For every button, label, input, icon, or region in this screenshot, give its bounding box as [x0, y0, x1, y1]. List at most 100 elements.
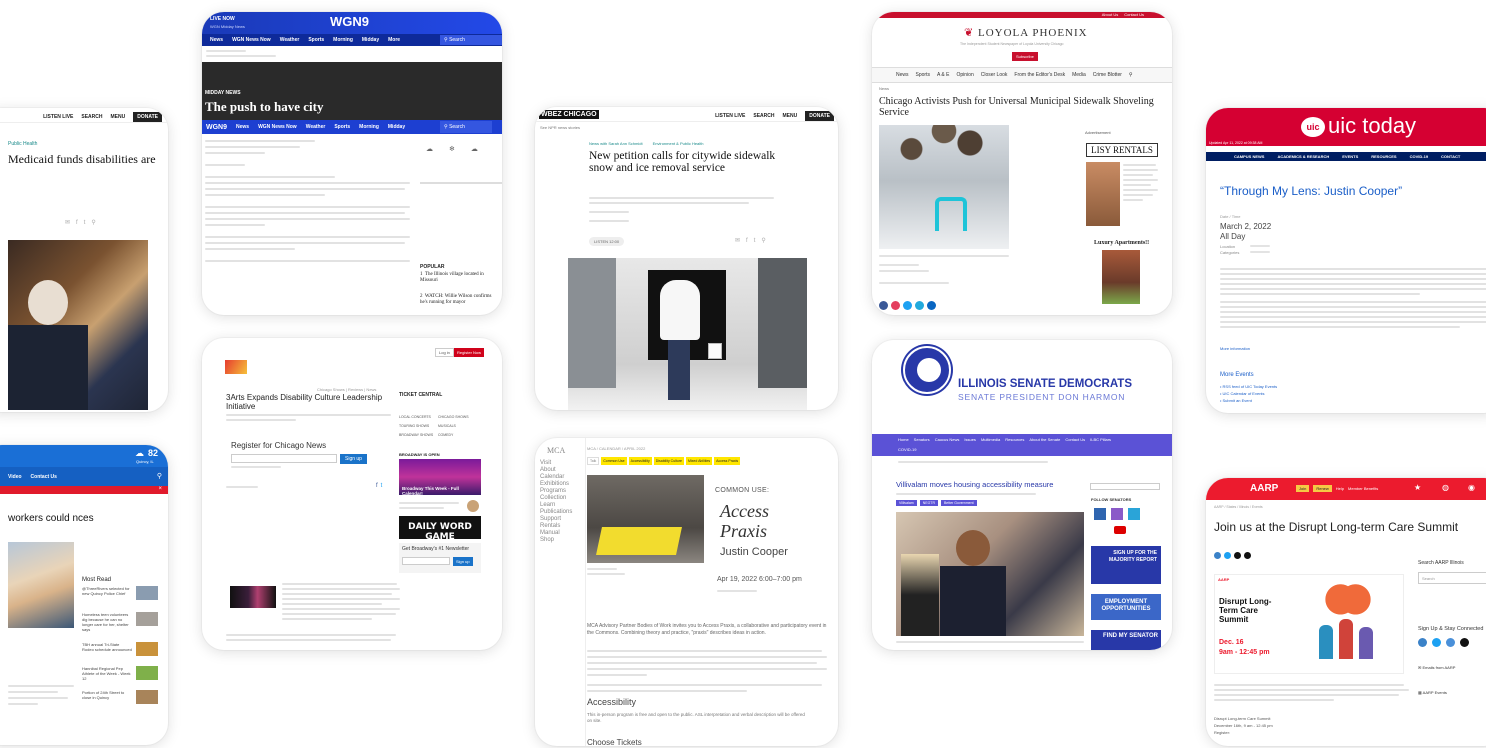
- list-item[interactable]: Portion of 24th Street to close in Quinc…: [82, 690, 132, 700]
- pinterest-icon[interactable]: [891, 301, 900, 310]
- twitter-icon[interactable]: [1224, 552, 1231, 559]
- threearts-card[interactable]: Log in Register Now Chicago Shows | Revi…: [202, 338, 502, 650]
- nav-item[interactable]: Programs: [540, 488, 572, 495]
- live-show-label[interactable]: WGN Midday News: [210, 24, 245, 29]
- broadway-banner[interactable]: Broadway This Week - Full Calendar!: [399, 459, 481, 496]
- contact-link[interactable]: Contact Us: [1124, 12, 1144, 17]
- linkedin-icon[interactable]: [927, 301, 936, 310]
- newsletter-signup-button[interactable]: Sign up: [453, 557, 473, 566]
- link-icon[interactable]: ⚲: [91, 219, 95, 226]
- facebook-icon[interactable]: f: [76, 220, 78, 226]
- email-icon[interactable]: ✉: [65, 219, 70, 226]
- site-title[interactable]: ILLINOIS SENATE DEMOCRATS: [958, 378, 1132, 390]
- sticky-nav-wgn-news-now[interactable]: WGN News Now: [258, 124, 297, 130]
- nav-morning[interactable]: Morning: [333, 37, 353, 43]
- events-link[interactable]: • RSS feed of UIC Today Events: [1220, 384, 1277, 389]
- twitter-icon[interactable]: [1432, 638, 1441, 647]
- close-icon[interactable]: ×: [158, 486, 162, 492]
- weather-news-card[interactable]: ☁ 82 Quincy, IL Video Contact Us ⚲ × wor…: [0, 445, 168, 745]
- signup-item-emails[interactable]: ✉ Emails from AARP: [1418, 665, 1455, 670]
- nav-academics[interactable]: ACADEMICS & RESEARCH: [1277, 154, 1329, 159]
- nav-video[interactable]: Video: [8, 474, 22, 480]
- footer-line[interactable]: Register:: [1214, 730, 1273, 735]
- more-info-link[interactable]: More information: [1220, 346, 1250, 351]
- nav-resources[interactable]: Resources: [1005, 437, 1024, 442]
- listen-live-link[interactable]: LISTEN LIVE: [715, 113, 745, 119]
- twitter-icon[interactable]: t: [84, 220, 86, 226]
- signup-item-events[interactable]: ▦ AARP Events: [1418, 690, 1447, 695]
- email-input[interactable]: [231, 454, 337, 463]
- nav-caucus-news[interactable]: Caucus News: [935, 437, 960, 442]
- employment-banner[interactable]: EMPLOYMENT OPPORTUNITIES: [1091, 594, 1161, 620]
- tag[interactable]: Disability Culture: [653, 457, 684, 465]
- nav-more[interactable]: More: [388, 37, 400, 43]
- nav-wgn-news-now[interactable]: WGN News Now: [232, 37, 271, 43]
- wgn-logo[interactable]: WGN9: [330, 14, 369, 29]
- ticket-link[interactable]: MUSICALS: [438, 424, 477, 428]
- nav-item[interactable]: Exhibitions: [540, 481, 572, 488]
- ticket-link[interactable]: BROADWAY SHOWS: [399, 433, 438, 437]
- list-item[interactable]: TBH annual Tri-State Rodeo schedule anno…: [82, 642, 132, 652]
- renew-button[interactable]: Renew: [1313, 485, 1332, 492]
- search-input[interactable]: [1090, 483, 1160, 490]
- nav-issues[interactable]: Issues: [964, 437, 976, 442]
- events-link[interactable]: • UIC Calendar of Events: [1220, 391, 1277, 396]
- member-benefits-link[interactable]: Member Benefits: [1348, 486, 1378, 491]
- nav-sports[interactable]: Sports: [916, 72, 930, 78]
- nav-item[interactable]: Visit: [540, 460, 572, 467]
- breadcrumb[interactable]: Chicago Shows | Reviews | News: [317, 387, 376, 392]
- search-input[interactable]: Search: [1418, 572, 1486, 584]
- nav-midday[interactable]: Midday: [362, 37, 379, 43]
- nav-contact[interactable]: Contact Us: [31, 474, 57, 480]
- category-label[interactable]: News: [879, 86, 889, 91]
- category-label[interactable]: Public Health: [8, 141, 37, 147]
- twitter-icon[interactable]: t: [754, 238, 756, 244]
- sticky-search-box[interactable]: ⚲ Search: [440, 121, 492, 133]
- events-link[interactable]: • Submit an Event: [1220, 398, 1277, 403]
- nav-multimedia[interactable]: Multimedia: [981, 437, 1000, 442]
- tag[interactable]: NEGTR: [919, 500, 938, 506]
- wbez-logo[interactable]: WBEZ CHICAGO: [539, 110, 599, 119]
- category-link[interactable]: Environment & Public Health: [653, 141, 704, 146]
- instagram-icon[interactable]: [1446, 638, 1455, 647]
- nav-item[interactable]: Manual: [540, 530, 572, 537]
- nav-item[interactable]: Publications: [540, 509, 572, 516]
- nav-covid[interactable]: COVID-19: [1410, 154, 1428, 159]
- mca-logo[interactable]: MCA: [547, 446, 565, 455]
- popular-item-1[interactable]: 1 The Illinois village located in Missou…: [420, 272, 498, 284]
- nav-ae[interactable]: A & E: [937, 72, 950, 78]
- nav-crime-blotter[interactable]: Crime Blotter: [1093, 72, 1122, 78]
- loyola-logo[interactable]: ❦ LOYOLA PHOENIX: [964, 26, 1088, 39]
- nav-resources[interactable]: RESOURCES: [1371, 154, 1396, 159]
- ticket-link[interactable]: LOCAL CONCERTS: [399, 415, 438, 419]
- globe-icon[interactable]: ◍: [1442, 483, 1449, 492]
- sub-link[interactable]: See NPR news stories: [540, 125, 580, 130]
- nav-news[interactable]: News: [896, 72, 909, 78]
- breadcrumb[interactable]: MCA / CALENDAR / APRIL 2022: [587, 446, 645, 451]
- list-item[interactable]: Homeless teen volunteers dig because he …: [82, 612, 132, 632]
- nav-item[interactable]: About: [540, 467, 572, 474]
- newsletter-input[interactable]: [402, 557, 450, 565]
- twitter-icon[interactable]: t: [381, 483, 383, 489]
- sticky-nav-news[interactable]: News: [236, 124, 249, 130]
- facebook-icon[interactable]: [1214, 552, 1221, 559]
- star-icon[interactable]: ★: [1414, 483, 1421, 492]
- wgn-sticky-logo[interactable]: WGN9: [206, 124, 227, 131]
- nav-senators[interactable]: Senators: [914, 437, 930, 442]
- wbez-medicaid-card[interactable]: LISTEN LIVE SEARCH MENU DONATE Public He…: [0, 108, 168, 412]
- search-box[interactable]: ⚲ Search: [440, 35, 502, 45]
- search-link[interactable]: SEARCH: [753, 113, 774, 119]
- nav-item[interactable]: Rentals: [540, 523, 572, 530]
- facebook-icon[interactable]: f: [376, 483, 378, 489]
- nav-covid[interactable]: COVID-19: [898, 447, 916, 452]
- ticket-link[interactable]: CHICAGO SHOWS: [438, 415, 477, 419]
- majority-report-banner[interactable]: SIGN UP FOR THE MAJORITY REPORT: [1091, 546, 1161, 584]
- find-senator-banner[interactable]: FIND MY SENATOR: [1091, 630, 1161, 650]
- email-icon[interactable]: ✉: [735, 237, 740, 244]
- link-icon[interactable]: ⚲: [761, 237, 765, 244]
- nav-about[interactable]: About the Senate: [1029, 437, 1060, 442]
- nav-item[interactable]: Support: [540, 516, 572, 523]
- nav-editors-desk[interactable]: From the Editor's Desk: [1014, 72, 1065, 78]
- tag[interactable]: Talk: [587, 457, 600, 465]
- nav-ilbc[interactable]: ILBC Pillars: [1090, 437, 1111, 442]
